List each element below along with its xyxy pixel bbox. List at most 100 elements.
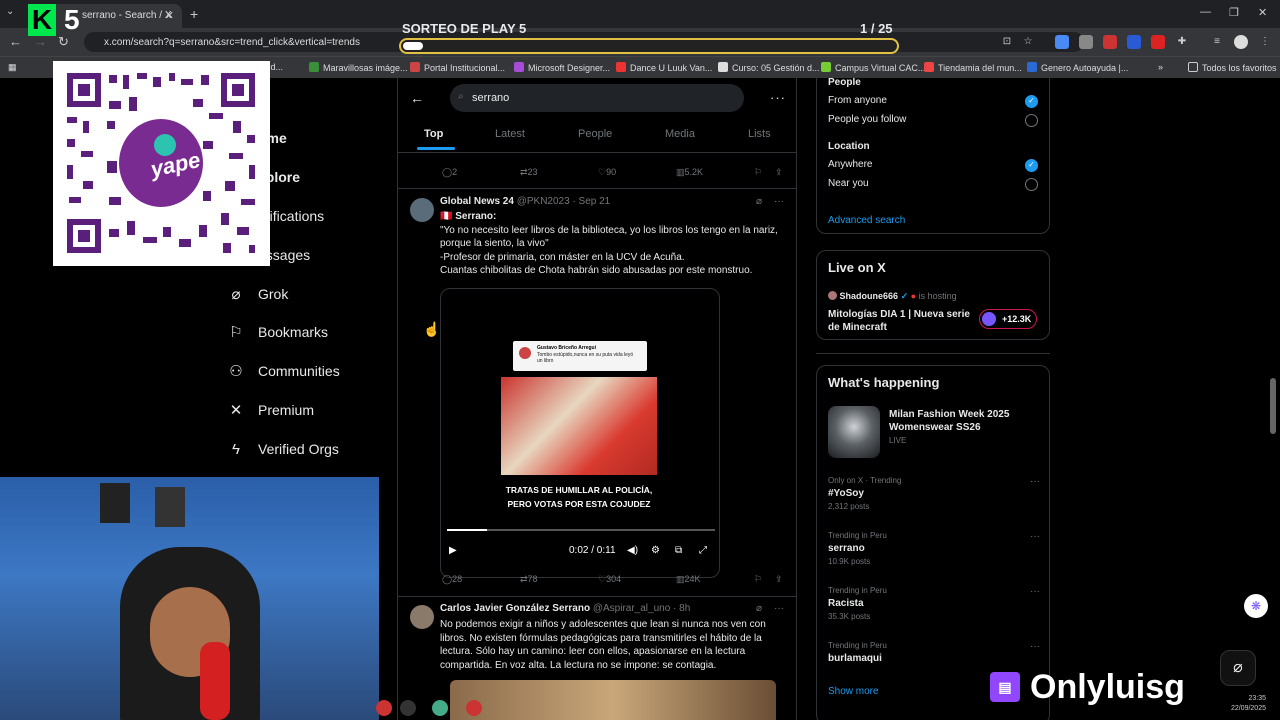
grok-icon[interactable]: ⌀: [756, 196, 762, 207]
nav-verified-orgs[interactable]: ϟ Verified Orgs: [228, 436, 339, 462]
featured-event-image[interactable]: [828, 406, 880, 458]
extension-icon[interactable]: [1127, 35, 1141, 49]
media-icon[interactable]: ≡: [1210, 35, 1224, 49]
more-options-icon[interactable]: ···: [774, 603, 784, 614]
more-options-icon[interactable]: ···: [774, 196, 784, 207]
share-button[interactable]: ⇪: [775, 167, 783, 178]
radio-near-you[interactable]: [1025, 178, 1038, 191]
bookmark-item[interactable]: Tiendamia del mun...: [924, 62, 1022, 73]
radio-people-you-follow[interactable]: [1025, 114, 1038, 127]
restore-icon[interactable]: ❐: [1229, 6, 1239, 19]
like-button[interactable]: ♡ 304: [598, 574, 621, 585]
extension-icon[interactable]: [1055, 35, 1069, 49]
tweet-author[interactable]: Global News 24 @PKN2023 · Sep 21: [440, 196, 610, 207]
extension-icon[interactable]: [1079, 35, 1093, 49]
bookmark-button[interactable]: ⚐: [754, 574, 762, 585]
taskbar-app-icon[interactable]: [466, 700, 482, 716]
grok-icon[interactable]: ⌀: [756, 603, 762, 614]
views-button[interactable]: ▥ 5.2K: [676, 167, 703, 178]
bookmark-button[interactable]: ⚐: [754, 167, 762, 178]
trend-item[interactable]: Trending in Peru serrano 10.9K posts ···: [828, 531, 1040, 571]
filter-near-you[interactable]: Near you: [828, 178, 869, 189]
apps-icon[interactable]: ▦: [8, 62, 17, 73]
nav-bookmarks[interactable]: ⚐ Bookmarks: [228, 319, 328, 345]
live-listener-count[interactable]: +12.3K: [979, 309, 1037, 329]
fullscreen-icon[interactable]: ⤢: [699, 545, 707, 556]
extension-icon[interactable]: [1151, 35, 1165, 49]
tab-lists[interactable]: Lists: [748, 128, 771, 140]
featured-event-title[interactable]: Milan Fashion Week 2025 Womenswear SS26: [889, 408, 1039, 434]
star-icon[interactable]: ☆: [1021, 35, 1035, 49]
new-tab-icon[interactable]: +: [190, 6, 198, 22]
live-host[interactable]: Shadoune666 ✓ ● is hosting: [828, 291, 957, 302]
grok-fab-icon[interactable]: ⌀: [1220, 650, 1256, 686]
advanced-search-link[interactable]: Advanced search: [828, 215, 905, 226]
more-options-icon[interactable]: ···: [1030, 641, 1040, 652]
bookmark-item[interactable]: Genero Autoayuda |...: [1027, 62, 1128, 73]
reply-button[interactable]: ◯ 2: [442, 167, 457, 178]
tab-latest[interactable]: Latest: [495, 128, 525, 140]
bookmark-item[interactable]: Microsoft Designer...: [514, 62, 610, 73]
radio-anywhere[interactable]: ✓: [1025, 159, 1038, 172]
tweet-video[interactable]: Gustavo Briceño Arregui Tombo estúpido,n…: [440, 288, 720, 578]
trend-item[interactable]: Trending in Peru Racista 35.3K posts ···: [828, 586, 1040, 626]
video-progress-bar[interactable]: [447, 529, 715, 531]
bookmark-item[interactable]: Curso: 05 Gestión d...: [718, 62, 820, 73]
extension-icon[interactable]: [1103, 35, 1117, 49]
nav-premium[interactable]: ✕ Premium: [228, 397, 314, 423]
side-panel-icon[interactable]: ❋: [1244, 594, 1268, 618]
back-arrow-icon[interactable]: ←: [410, 90, 424, 106]
back-icon[interactable]: ←: [9, 34, 22, 49]
more-options-icon[interactable]: ···: [1030, 531, 1040, 542]
tab-people[interactable]: People: [578, 128, 612, 140]
scrollbar[interactable]: [1270, 378, 1276, 434]
repost-button[interactable]: ⇄ 23: [520, 167, 538, 178]
pip-icon[interactable]: ⧉: [675, 545, 682, 556]
nav-grok[interactable]: ⌀ Grok: [228, 281, 288, 307]
profile-avatar[interactable]: [1234, 35, 1248, 49]
tab-top[interactable]: Top: [424, 128, 443, 140]
taskbar-app-icon[interactable]: [400, 700, 416, 716]
filter-anywhere[interactable]: Anywhere: [828, 159, 872, 170]
close-window-icon[interactable]: ✕: [1258, 6, 1267, 19]
tweet-author[interactable]: Carlos Javier González Serrano @Aspirar_…: [440, 603, 690, 614]
bookmark-folder[interactable]: Todos los favoritos: [1188, 62, 1277, 73]
like-button[interactable]: ♡ 90: [598, 167, 616, 178]
volume-icon[interactable]: ◀): [627, 545, 638, 556]
more-options-icon[interactable]: ···: [770, 90, 786, 105]
live-title[interactable]: Mitologías DIA 1 | Nueva serie de Minecr…: [828, 308, 978, 334]
views-button[interactable]: ▥ 24K: [676, 574, 701, 585]
chrome-icon[interactable]: [432, 700, 448, 716]
show-more-link[interactable]: Show more: [828, 686, 879, 697]
play-icon[interactable]: ▶: [449, 545, 457, 556]
more-options-icon[interactable]: ···: [1030, 476, 1040, 487]
bookmark-item[interactable]: Campus Virtual CAC...: [821, 62, 925, 73]
avatar[interactable]: [410, 605, 434, 629]
trend-item[interactable]: Only on X · Trending #YoSoy 2,312 posts …: [828, 476, 1040, 516]
taskbar-app-icon[interactable]: [376, 700, 392, 716]
nav-communities[interactable]: ⚇ Communities: [228, 358, 339, 384]
minimize-icon[interactable]: —: [1200, 6, 1211, 18]
avatar[interactable]: [410, 198, 434, 222]
menu-icon[interactable]: ⋮: [1258, 35, 1272, 49]
reply-button[interactable]: ◯ 28: [442, 574, 462, 585]
filter-from-anyone[interactable]: From anyone: [828, 95, 887, 106]
tweet-image[interactable]: [450, 680, 776, 720]
bookmark-item[interactable]: Maravillosas imáge...: [309, 62, 408, 73]
tab-media[interactable]: Media: [665, 128, 695, 140]
tab-list-icon[interactable]: ⌄: [6, 6, 14, 17]
share-button[interactable]: ⇪: [775, 574, 783, 585]
search-input[interactable]: ⌕ serrano: [450, 84, 744, 112]
repost-button[interactable]: ⇄ 78: [520, 574, 538, 585]
filter-people-you-follow[interactable]: People you follow: [828, 114, 906, 125]
settings-icon[interactable]: ⚙: [651, 545, 660, 556]
happening-heading: What's happening: [828, 375, 940, 390]
bookmark-item[interactable]: Dance U Luuk Van...: [616, 62, 712, 73]
radio-from-anyone[interactable]: ✓: [1025, 95, 1038, 108]
bookmark-item[interactable]: Portal Institucional...: [410, 62, 505, 73]
bookmarks-overflow-icon[interactable]: »: [1158, 62, 1163, 72]
puzzle-icon[interactable]: ✚: [1175, 35, 1189, 49]
more-options-icon[interactable]: ···: [1030, 586, 1040, 597]
install-icon[interactable]: ⊡: [1000, 35, 1014, 49]
tab-close-icon[interactable]: ✕: [165, 9, 174, 22]
